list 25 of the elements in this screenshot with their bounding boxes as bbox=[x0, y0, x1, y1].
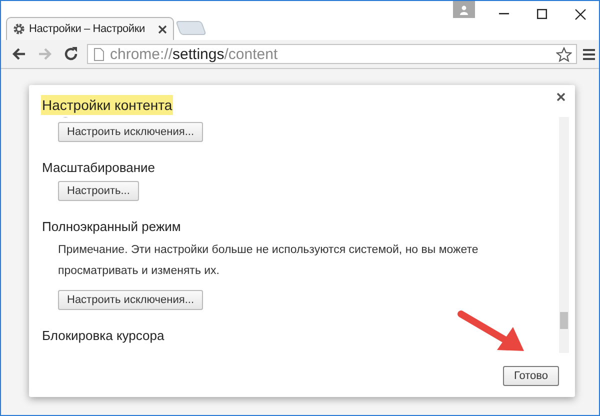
pointer-arrow bbox=[458, 310, 524, 351]
url-text: chrome://settings/content bbox=[110, 46, 279, 62]
note-text: Примечание. Эти настройки больше не используются системой, но вы можете просматривать и изменять их. bbox=[58, 243, 480, 279]
minimize-icon[interactable] bbox=[499, 13, 509, 15]
star-icon[interactable] bbox=[556, 46, 572, 62]
dialog-title: Настройки контента bbox=[41, 95, 174, 115]
settings-button[interactable]: Настроить исключения... bbox=[58, 290, 204, 310]
section-heading: Полноэкранный режим bbox=[42, 219, 182, 234]
menu-icon[interactable] bbox=[583, 48, 595, 60]
tab-title: Настройки – Настройки bbox=[29, 23, 146, 35]
section-heading: Блокировка курсора bbox=[42, 328, 166, 343]
close-icon[interactable] bbox=[158, 24, 167, 34]
done-button[interactable]: Готово bbox=[503, 366, 559, 386]
settings-button[interactable]: Настроить исключения... bbox=[58, 122, 204, 142]
gear-icon bbox=[13, 23, 25, 35]
section-heading: Масштабирование bbox=[42, 160, 156, 175]
scrollbar[interactable] bbox=[559, 117, 569, 353]
page-icon bbox=[94, 48, 104, 60]
maximize-icon[interactable] bbox=[537, 9, 547, 19]
scrollbar-thumb[interactable] bbox=[560, 312, 568, 329]
browser-tab[interactable]: Настройки – Настройки bbox=[6, 17, 174, 40]
settings-button[interactable]: Настроить... bbox=[58, 181, 139, 201]
address-bar[interactable]: chrome://settings/content bbox=[87, 44, 577, 64]
close-icon[interactable] bbox=[557, 93, 565, 101]
close-icon[interactable] bbox=[574, 8, 586, 20]
